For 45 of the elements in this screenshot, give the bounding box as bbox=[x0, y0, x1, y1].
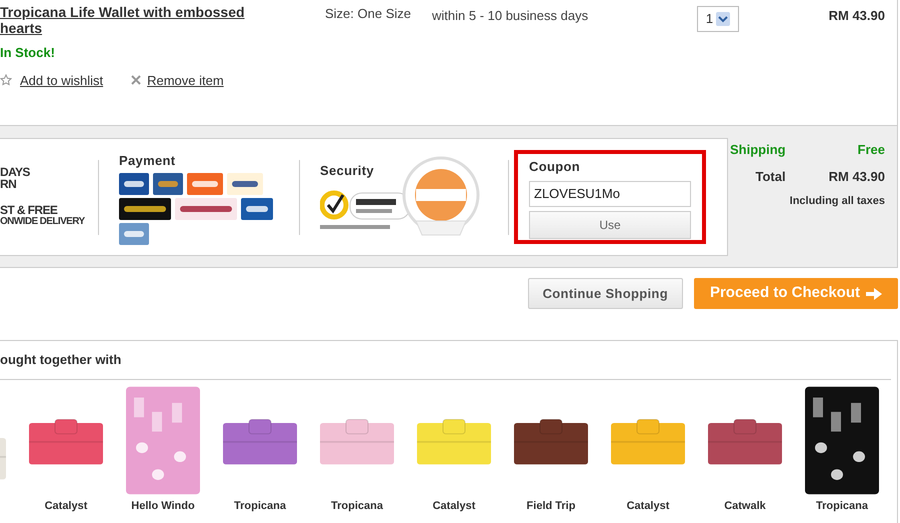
security-title: Security bbox=[320, 162, 375, 180]
total-label: Total bbox=[754, 168, 786, 186]
item-price: RM 43.90 bbox=[828, 7, 885, 22]
size-text: Size: One Size bbox=[325, 5, 412, 23]
payment-logo-icon bbox=[119, 173, 149, 196]
remove-link[interactable]: Remove item bbox=[147, 70, 224, 90]
payment-title: Payment bbox=[119, 152, 176, 170]
product-name[interactable]: Tropicana bbox=[816, 500, 868, 513]
product-name[interactable]: Catalyst bbox=[44, 500, 88, 513]
product-name[interactable]: Catalyst bbox=[432, 500, 476, 513]
dropdown-icon bbox=[716, 12, 730, 26]
wishlist-link[interactable]: Add to wishlist bbox=[20, 70, 104, 90]
product-title[interactable]: Tropicana Life Wallet with embossed hearts bbox=[0, 4, 270, 36]
arrow-right-icon bbox=[866, 288, 882, 300]
continue-shopping-button[interactable]: Continue Shopping bbox=[528, 278, 683, 309]
payment-logo-icon bbox=[241, 198, 273, 220]
payment-logo-icon bbox=[119, 223, 149, 246]
product-name[interactable]: Field Trip bbox=[526, 500, 576, 513]
payment-logo-icon bbox=[175, 198, 237, 220]
product-name[interactable]: Tropicana bbox=[331, 500, 383, 513]
stock-status: In Stock! bbox=[0, 44, 56, 62]
star-icon bbox=[0, 74, 12, 86]
tax-note: Including all taxes bbox=[788, 194, 885, 209]
coupon-title: Coupon bbox=[529, 158, 582, 176]
banner-text: RN bbox=[0, 178, 18, 190]
delivery-text: within 5 - 10 business days bbox=[432, 7, 590, 22]
payment-logo-icon bbox=[227, 173, 263, 196]
total-value: RM 43.90 bbox=[828, 168, 885, 186]
product-name[interactable]: Catalyst bbox=[626, 500, 670, 513]
product-name[interactable]: Hello Windo bbox=[131, 500, 195, 513]
shipping-label: Shipping bbox=[730, 141, 786, 159]
banner-text: DAYS bbox=[0, 166, 31, 178]
payment-logo-icon bbox=[153, 173, 183, 196]
remove-icon bbox=[131, 75, 142, 86]
shipping-value: Free bbox=[856, 141, 885, 159]
coupon-field[interactable]: ZLOVESU1Mo bbox=[529, 180, 691, 206]
banner-text: ONWIDE DELIVERY bbox=[0, 216, 86, 228]
quantity-select[interactable]: 1 bbox=[697, 6, 739, 32]
product-name[interactable]: Catwalk bbox=[724, 500, 766, 513]
payment-logo-icon bbox=[187, 173, 223, 196]
section-title: ought together with bbox=[0, 352, 122, 367]
product-name[interactable]: Tropicana bbox=[234, 500, 286, 513]
banner-text: ST & FREE bbox=[0, 204, 58, 216]
use-button[interactable]: Use bbox=[529, 210, 691, 238]
payment-logo-icon bbox=[119, 198, 171, 220]
